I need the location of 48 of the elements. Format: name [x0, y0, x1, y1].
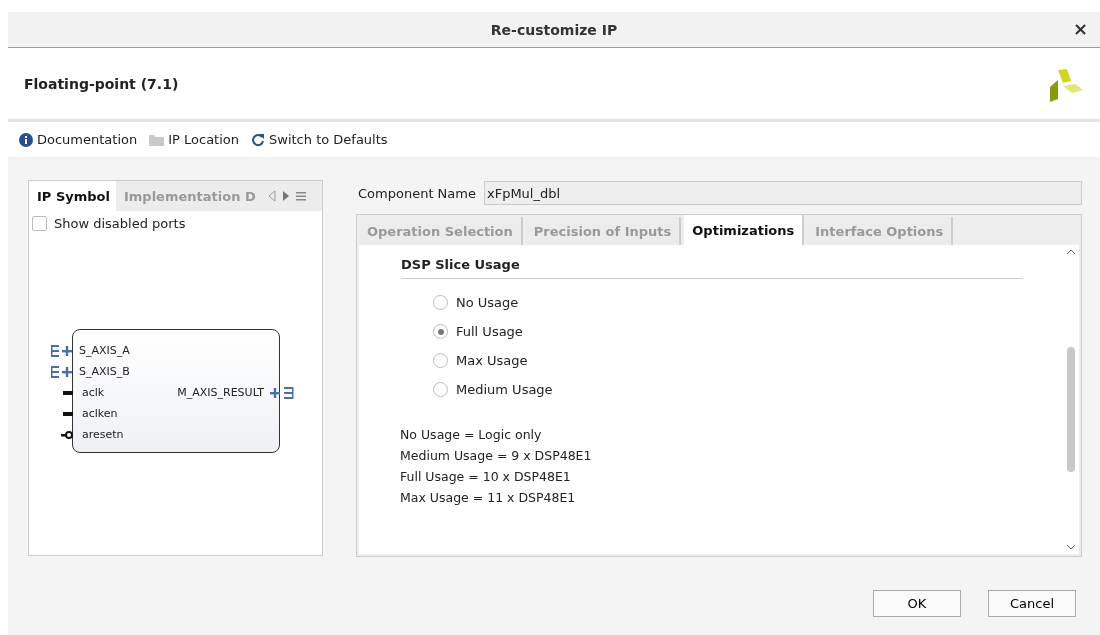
scroll-up-icon[interactable]	[1066, 249, 1076, 255]
scroll-down-icon[interactable]	[1066, 544, 1076, 550]
bus-port-icon	[51, 343, 73, 358]
tab[interactable]: Optimizations	[684, 215, 805, 245]
tab-scroll-left-icon[interactable]	[267, 191, 276, 201]
port-label: S_AXIS_A	[79, 344, 130, 357]
note-text: Max Usage = 11 x DSP48E1	[400, 490, 577, 505]
port-label: aclken	[82, 407, 118, 420]
refresh-icon	[251, 132, 265, 147]
toolbar-link[interactable]: Documentation	[19, 132, 138, 147]
section-title: DSP Slice Usage	[401, 257, 1023, 279]
toolbar-link[interactable]: IP Location	[149, 132, 239, 147]
tab-scroll-right-icon[interactable]	[281, 191, 290, 201]
checkbox-label: Show disabled ports	[54, 216, 186, 231]
window-title: Re-customize IP	[490, 21, 618, 38]
radio-label: No Usage	[456, 295, 519, 310]
wire-port-icon	[63, 411, 73, 416]
inverted-port-icon	[61, 429, 73, 440]
component-name-field[interactable]: xFpMul_dbl	[483, 181, 1082, 205]
note-text: No Usage = Logic only	[400, 427, 543, 442]
wire-port-icon	[63, 390, 73, 395]
note-text: Full Usage = 10 x DSP48E1	[400, 469, 572, 484]
folder-icon	[149, 133, 165, 146]
scroll-thumb[interactable]	[1067, 347, 1075, 472]
radio-button[interactable]	[433, 382, 448, 397]
note-text: Medium Usage = 9 x DSP48E1	[400, 448, 593, 463]
info-icon	[19, 132, 33, 147]
port-label: aresetn	[82, 428, 124, 441]
port-label: M_AXIS_RESULT	[177, 386, 264, 399]
menu-icon[interactable]	[295, 191, 306, 201]
port-label: aclk	[82, 386, 105, 399]
dialog-button[interactable]: OK	[873, 590, 961, 617]
checkbox[interactable]	[32, 216, 47, 231]
toolbar-link[interactable]: Switch to Defaults	[251, 132, 388, 147]
radio-label: Max Usage	[456, 353, 528, 368]
radio-button[interactable]	[433, 295, 448, 310]
close-button[interactable]: ×	[1068, 20, 1092, 38]
radio-label: Full Usage	[456, 324, 523, 339]
radio-label: Medium Usage	[456, 382, 553, 397]
port-label: S_AXIS_B	[79, 365, 130, 378]
radio-button[interactable]	[433, 353, 448, 368]
field-label: Component Name	[358, 185, 476, 201]
bus-port-icon	[270, 385, 294, 400]
bus-port-icon	[51, 364, 73, 379]
panel-tab[interactable]: IP Symbol	[29, 181, 116, 211]
dialog-button[interactable]: Cancel	[988, 590, 1076, 617]
ip-title: Floating-point (7.1)	[24, 75, 179, 92]
radio-button[interactable]	[433, 324, 448, 339]
